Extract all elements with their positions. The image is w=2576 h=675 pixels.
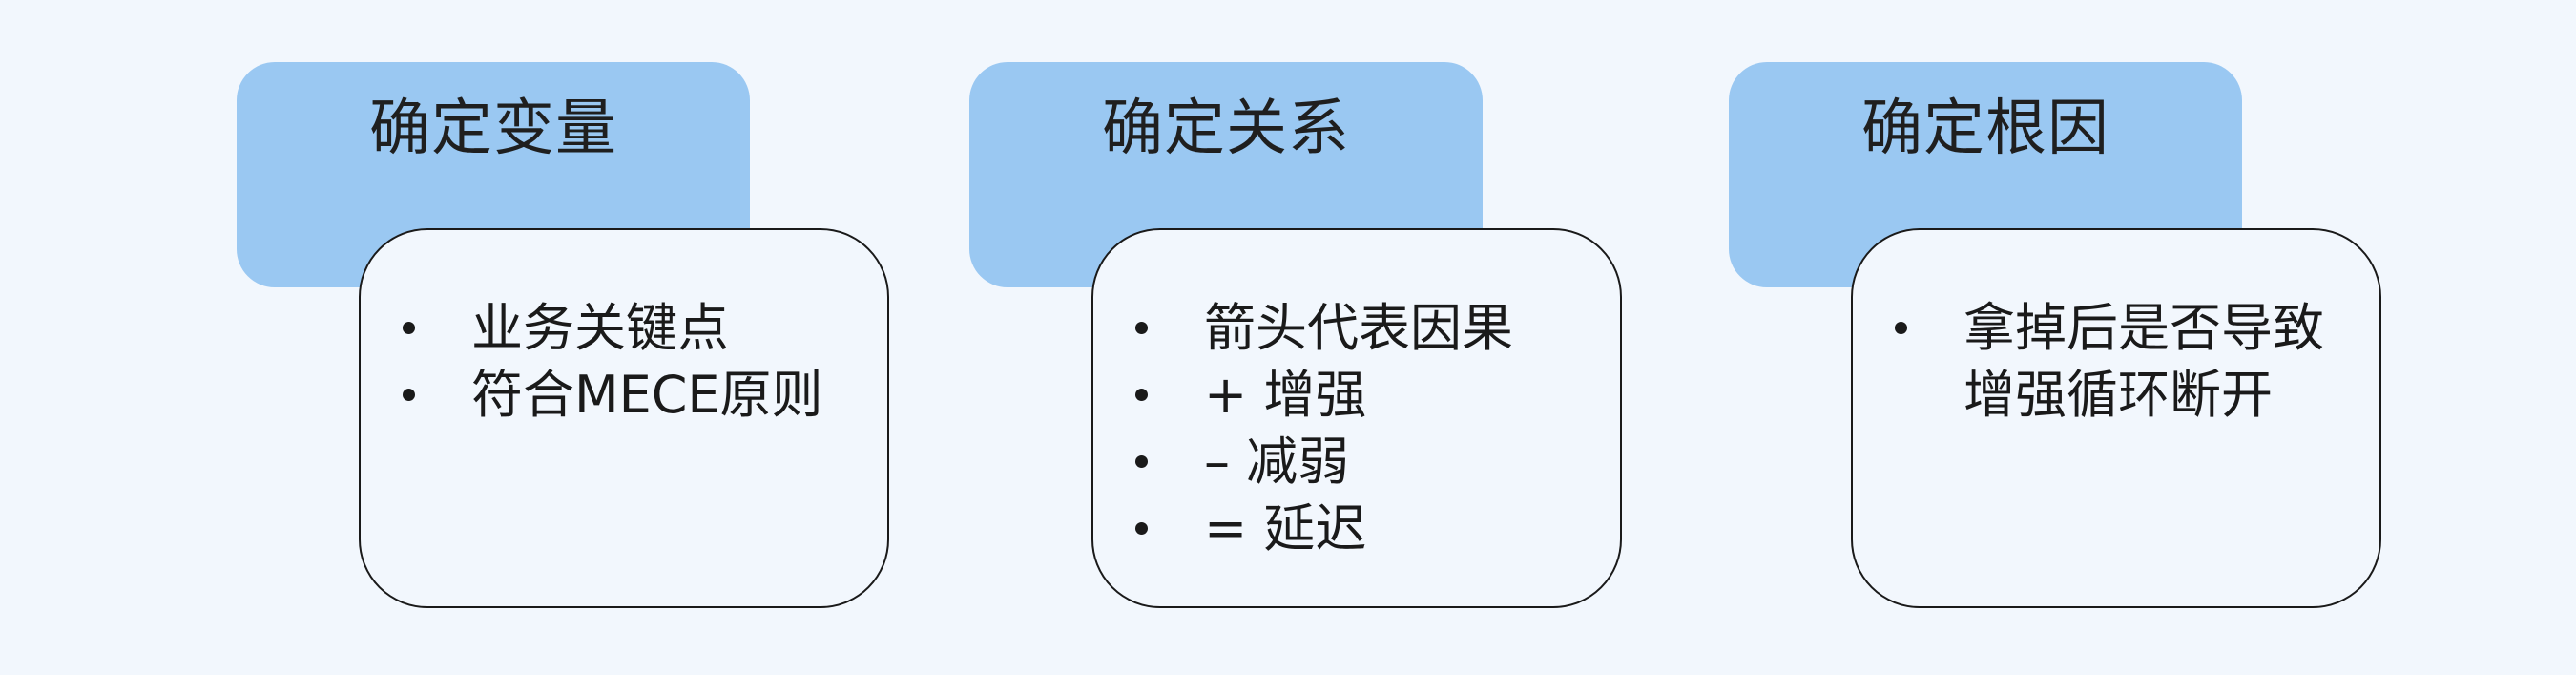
bullet-list: 箭头代表因果 + 增强 – 减弱 = 延迟 xyxy=(1132,295,1599,562)
bullet-text: 箭头代表因果 xyxy=(1204,298,1513,358)
bullet-dot-icon xyxy=(1135,455,1148,468)
bullet-item: – 减弱 xyxy=(1132,429,1599,496)
bullet-dot-icon xyxy=(1135,389,1148,401)
bullet-dot-icon xyxy=(1135,522,1148,535)
bullet-dot-icon xyxy=(1895,322,1907,334)
bullet-text: + 增强 xyxy=(1204,365,1367,425)
bullet-text: – 减弱 xyxy=(1204,432,1350,492)
bullet-list: 拿掉后是否导致增强循环断开 xyxy=(1891,295,2358,429)
step-define-relations: 确定关系 箭头代表因果 + 增强 – 减弱 = 延迟 xyxy=(969,0,1637,675)
step-title: 确定变量 xyxy=(369,94,617,164)
bullet-item: 符合MECE原则 xyxy=(399,362,866,429)
bullet-item: 业务关键点 xyxy=(399,295,866,362)
bullet-text: 拿掉后是否导致增强循环断开 xyxy=(1963,298,2324,425)
bullet-item: + 增强 xyxy=(1132,362,1599,429)
step-title: 确定根因 xyxy=(1861,94,2109,164)
bullet-list: 业务关键点 符合MECE原则 xyxy=(399,295,866,429)
step-define-root-cause: 确定根因 拿掉后是否导致增强循环断开 xyxy=(1729,0,2397,675)
bullet-dot-icon xyxy=(403,389,415,401)
step-body-card: 箭头代表因果 + 增强 – 减弱 = 延迟 xyxy=(1091,228,1622,608)
step-title: 确定关系 xyxy=(1102,94,1350,164)
bullet-text: = 延迟 xyxy=(1204,498,1367,559)
bullet-item: 箭头代表因果 xyxy=(1132,295,1599,362)
bullet-item: = 延迟 xyxy=(1132,496,1599,562)
bullet-dot-icon xyxy=(403,322,415,334)
step-define-variables: 确定变量 业务关键点 符合MECE原则 xyxy=(237,0,904,675)
bullet-text: 符合MECE原则 xyxy=(471,365,823,425)
step-body-card: 业务关键点 符合MECE原则 xyxy=(359,228,889,608)
bullet-item: 拿掉后是否导致增强循环断开 xyxy=(1891,295,2345,429)
bullet-text: 业务关键点 xyxy=(471,298,729,358)
bullet-dot-icon xyxy=(1135,322,1148,334)
step-body-card: 拿掉后是否导致增强循环断开 xyxy=(1851,228,2381,608)
